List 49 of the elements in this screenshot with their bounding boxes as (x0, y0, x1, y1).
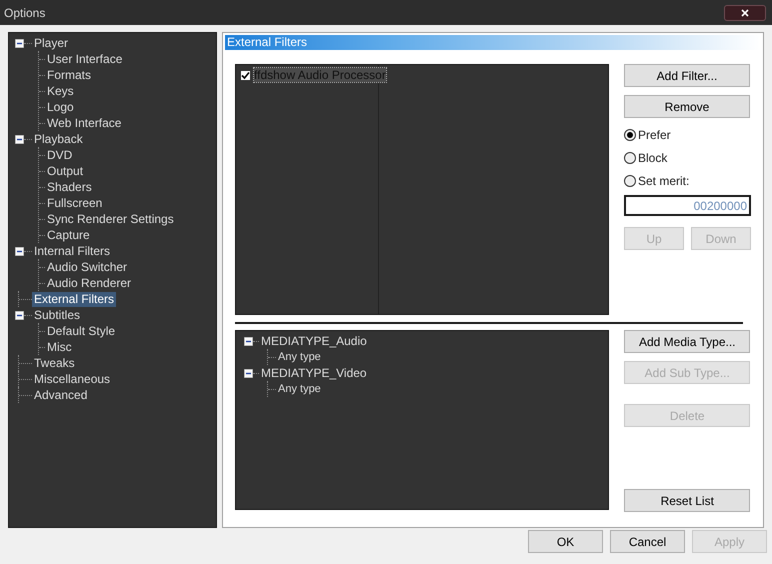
collapse-icon[interactable] (244, 368, 253, 378)
tree-item[interactable]: Audio Renderer (45, 276, 134, 290)
tree-item[interactable]: Default Style (45, 324, 118, 338)
tree-item[interactable]: Tweaks (32, 356, 77, 370)
tree-item[interactable]: Sync Renderer Settings (45, 212, 176, 226)
button[interactable]: Remove (624, 95, 750, 118)
tree-item[interactable]: Web Interface (45, 116, 124, 130)
tree-item[interactable]: Player (32, 36, 70, 50)
tree-item[interactable]: Keys (45, 84, 76, 98)
tree-item[interactable]: Audio Switcher (45, 260, 130, 274)
tree-item[interactable]: Subtitles (32, 308, 82, 322)
tree-item[interactable]: Internal Filters (32, 244, 112, 258)
tree-item[interactable]: User Interface (45, 52, 124, 66)
tree-item[interactable]: Output (45, 164, 86, 178)
tree-item[interactable]: MEDIATYPE_Video (259, 364, 369, 382)
close-icon (741, 8, 749, 16)
button[interactable]: Add Media Type... (624, 330, 750, 353)
tree-item[interactable]: Capture (45, 228, 92, 242)
tree-item[interactable]: Any type (276, 380, 323, 398)
checkbox[interactable] (240, 70, 251, 80)
radio-label: Set merit: (638, 173, 690, 190)
collapse-icon[interactable] (15, 134, 24, 144)
tree-item[interactable]: MEDIATYPE_Audio (259, 332, 369, 350)
collapse-icon[interactable] (15, 246, 24, 256)
tree-item[interactable]: Advanced (32, 388, 90, 402)
collapse-icon[interactable] (15, 38, 24, 48)
window-title: Options (4, 4, 46, 22)
tree-item[interactable]: Shaders (45, 180, 94, 194)
radio-button[interactable] (624, 152, 636, 164)
radio-label: Prefer (638, 127, 671, 144)
tree-item[interactable]: Playback (32, 132, 85, 146)
collapse-icon[interactable] (15, 310, 24, 320)
close-button[interactable] (724, 4, 766, 20)
collapse-icon[interactable] (244, 336, 253, 346)
radio-button[interactable] (624, 175, 636, 187)
tree-item[interactable]: Formats (45, 68, 94, 82)
tree-item[interactable]: Logo (45, 100, 76, 114)
tree-item[interactable]: Miscellaneous (32, 372, 112, 386)
button[interactable]: Add Filter... (624, 64, 750, 87)
tree-item[interactable]: Misc (45, 340, 74, 354)
button[interactable]: Cancel (610, 530, 685, 553)
tree-item[interactable]: DVD (45, 148, 74, 162)
tree-item[interactable]: Any type (276, 348, 323, 366)
radio-label: Block (638, 150, 668, 167)
tree-item[interactable]: Fullscreen (45, 196, 104, 210)
button[interactable]: OK (528, 530, 603, 553)
radio-button[interactable] (624, 129, 636, 141)
tree-item[interactable]: External Filters (32, 292, 116, 306)
button[interactable]: Reset List (624, 489, 750, 512)
